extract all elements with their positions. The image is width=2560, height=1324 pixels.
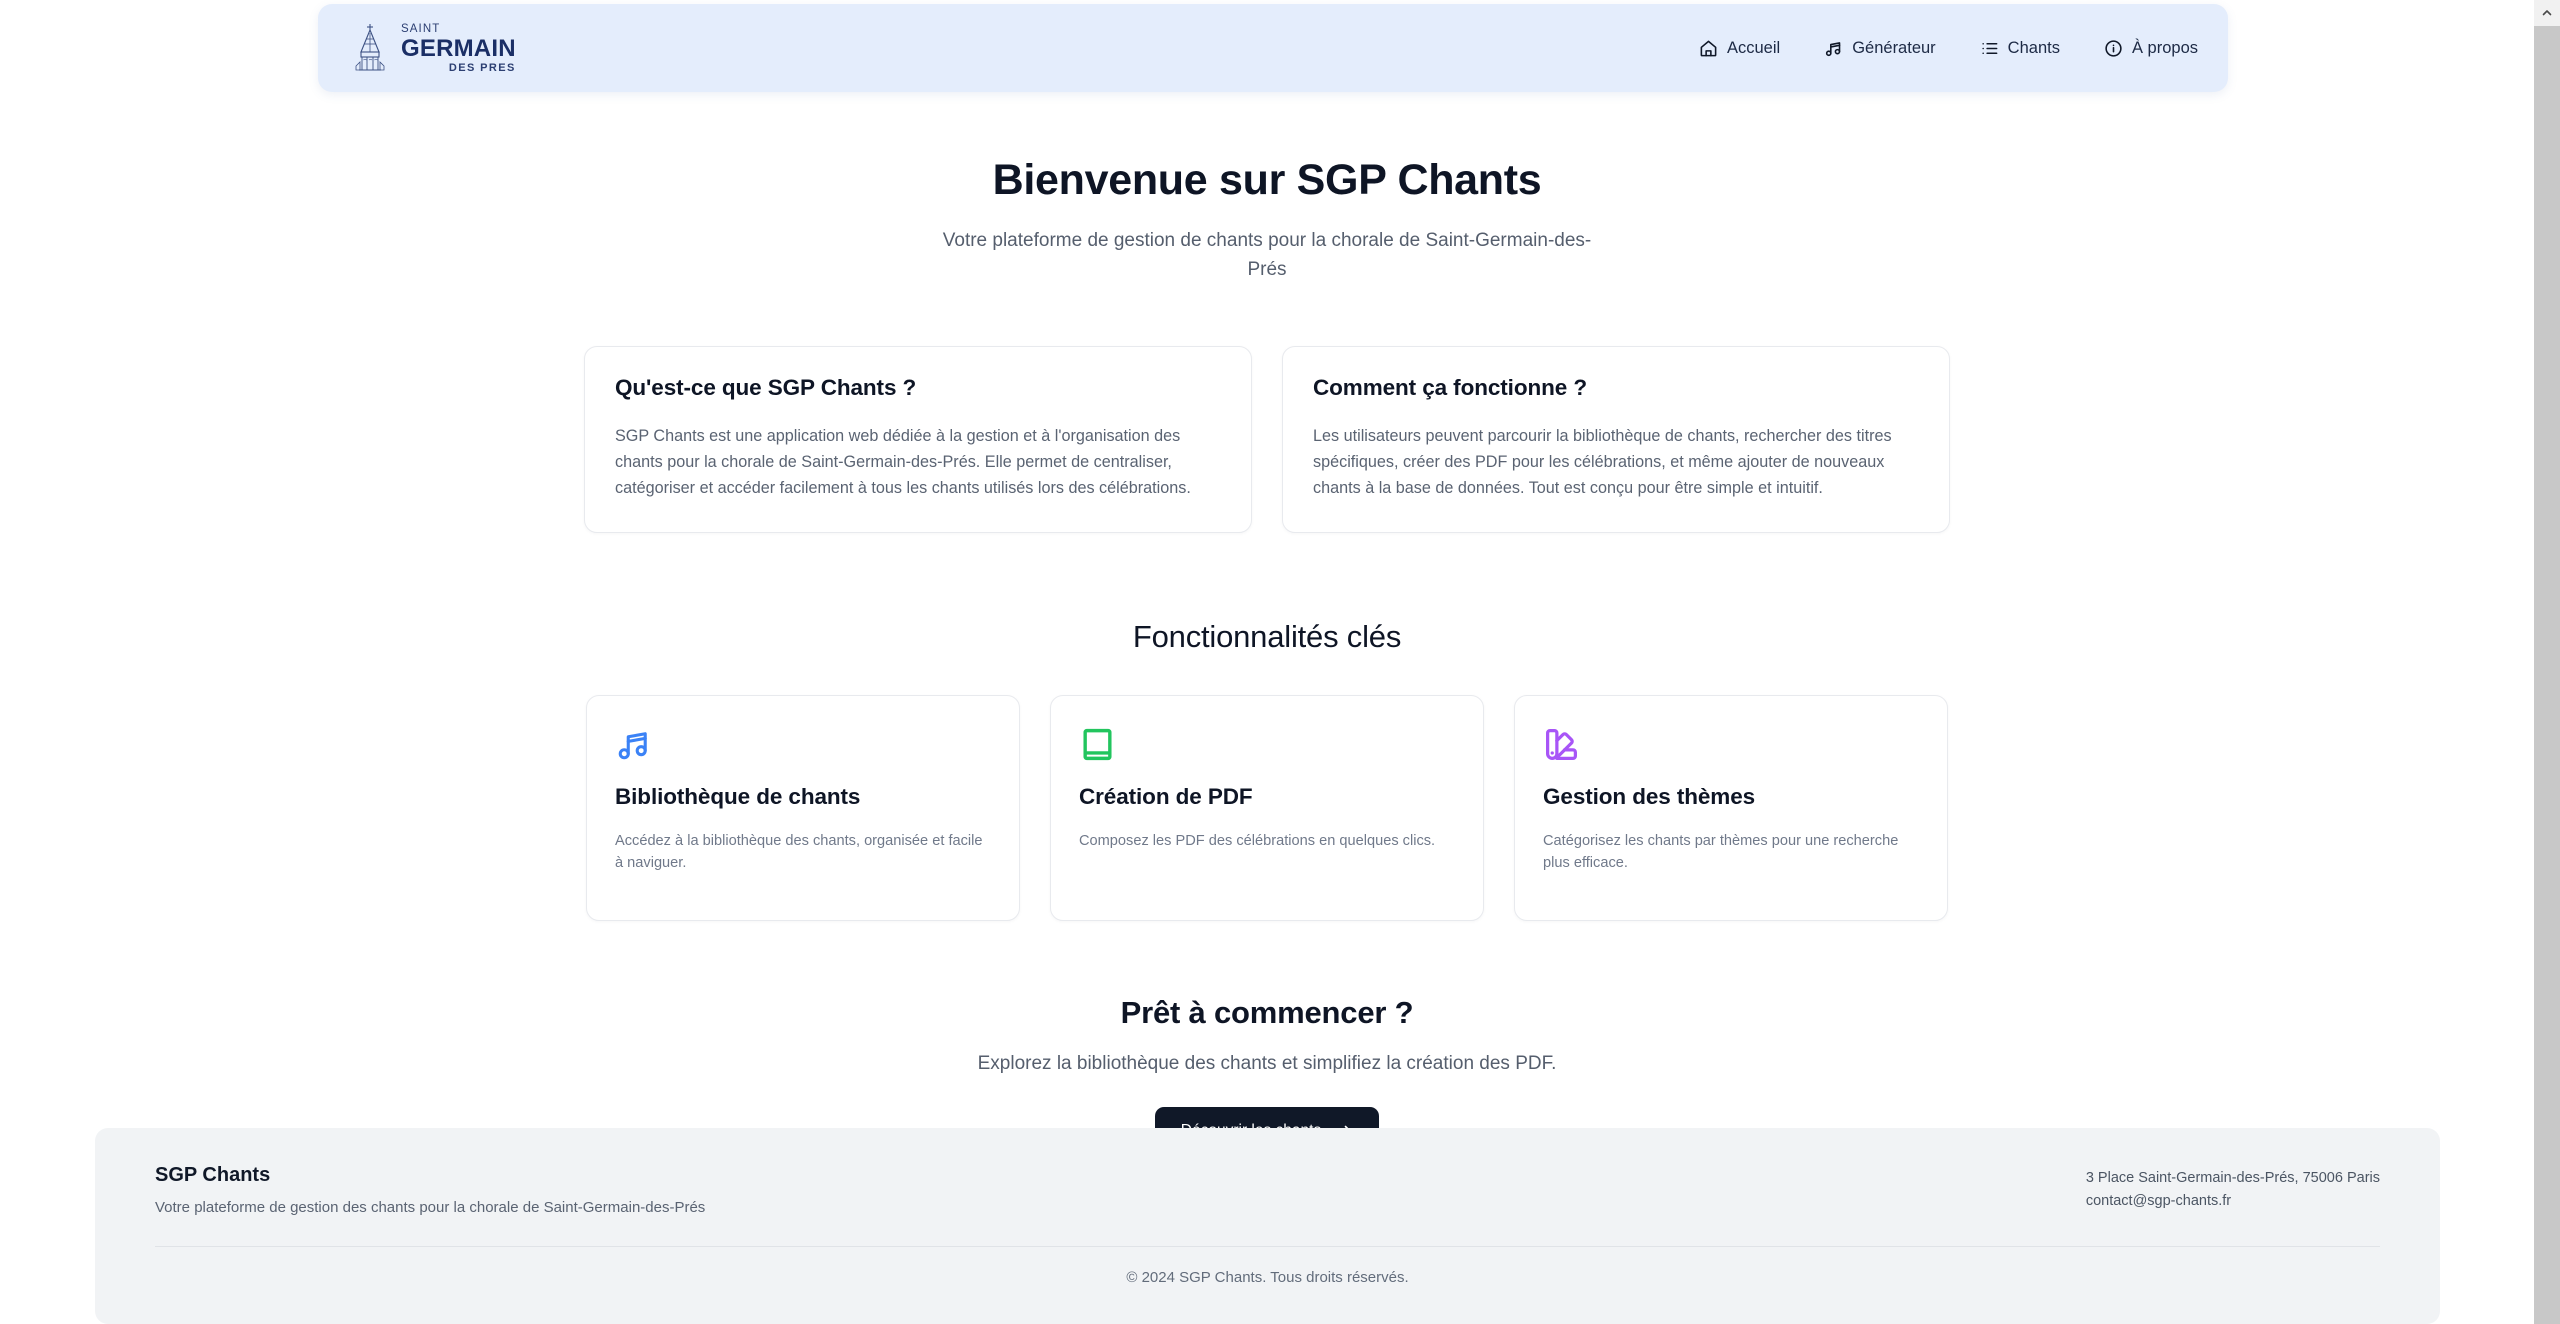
logo-line-des-pres: DES PRES bbox=[448, 61, 516, 74]
logo-wordmark: SAINT GERMAIN DES PRES bbox=[401, 22, 516, 74]
feature-card-bibliotheque[interactable]: Bibliothèque de chants Accédez à la bibl… bbox=[586, 694, 1020, 921]
logo-line-germain: GERMAIN bbox=[401, 34, 516, 62]
nav-label-generateur: Générateur bbox=[1852, 38, 1936, 57]
footer-brand-tagline: Votre plateforme de gestion des chants p… bbox=[155, 1199, 706, 1216]
intro-card-how-it-works: Comment ça fonctionne ? Les utilisateurs… bbox=[1282, 346, 1950, 533]
feature-card-creation-pdf[interactable]: Création de PDF Composez les PDF des cél… bbox=[1050, 694, 1484, 921]
footer-brand-title: SGP Chants bbox=[155, 1164, 271, 1186]
footer-top-row: SGP Chants Votre plateforme de gestion d… bbox=[155, 1164, 2380, 1216]
cta-title: Prêt à commencer ? bbox=[1120, 994, 1414, 1030]
footer-contact: 3 Place Saint-Germain-des-Prés, 75006 Pa… bbox=[2086, 1164, 2380, 1213]
music-notes-icon bbox=[618, 731, 647, 760]
intro-card-title: Qu'est-ce que SGP Chants ? bbox=[615, 375, 917, 400]
nav-label-accueil: Accueil bbox=[1727, 38, 1781, 57]
feature-icon-wrap bbox=[1079, 726, 1455, 770]
page-root: SAINT GERMAIN DES PRES Accueil Générateu… bbox=[0, 0, 2560, 1324]
feature-card-title: Gestion des thèmes bbox=[1543, 783, 1756, 809]
features-row: Bibliothèque de chants Accédez à la bibl… bbox=[0, 694, 2534, 921]
feature-card-gestion-themes[interactable]: Gestion des thèmes Catégorisez les chant… bbox=[1514, 694, 1948, 921]
info-circle-icon bbox=[2105, 39, 2122, 57]
nav-label-a-propos: À propos bbox=[2131, 38, 2198, 57]
hero-subtitle: Votre plateforme de gestion de chants po… bbox=[942, 230, 1592, 280]
nav-label-chants: Chants bbox=[2007, 38, 2060, 57]
page-title: Bienvenue sur SGP Chants bbox=[992, 156, 1542, 204]
footer-address: 3 Place Saint-Germain-des-Prés, 75006 Pa… bbox=[2085, 1170, 2380, 1186]
intro-card-body: SGP Chants est une application web dédié… bbox=[615, 427, 1191, 498]
church-tower-icon bbox=[355, 24, 385, 71]
intro-card-body: Les utilisateurs peuvent parcourir la bi… bbox=[1313, 427, 1892, 498]
feature-card-body: Accédez à la bibliothèque des chants, or… bbox=[615, 832, 983, 872]
footer-email[interactable]: contact@sgp-chants.fr bbox=[2086, 1190, 2380, 1213]
music-notes-icon bbox=[1826, 41, 1841, 56]
intro-card-what-is: Qu'est-ce que SGP Chants ? SGP Chants es… bbox=[584, 346, 1252, 533]
main-content: Bienvenue sur SGP Chants Votre plateform… bbox=[0, 92, 2534, 1155]
footer-brand: SGP Chants Votre plateforme de gestion d… bbox=[155, 1164, 705, 1216]
intro-cards-row: Qu'est-ce que SGP Chants ? SGP Chants es… bbox=[0, 346, 2534, 533]
feature-card-body: Composez les PDF des célébrations en que… bbox=[1079, 832, 1436, 849]
hero-section: Bienvenue sur SGP Chants Votre plateform… bbox=[0, 92, 2534, 284]
chevron-up-icon bbox=[2542, 10, 2552, 16]
site-header: SAINT GERMAIN DES PRES Accueil Générateu… bbox=[318, 4, 2228, 92]
book-icon bbox=[1083, 728, 1112, 760]
nav-item-chants[interactable]: Chants bbox=[1980, 39, 2060, 58]
main-navigation: Accueil Générateur Chants À propos bbox=[1699, 39, 2198, 58]
feature-icon-wrap bbox=[615, 726, 991, 770]
list-icon bbox=[1982, 42, 1998, 54]
feature-card-title: Création de PDF bbox=[1079, 783, 1253, 809]
home-icon bbox=[1700, 40, 1717, 56]
vertical-scrollbar[interactable] bbox=[2534, 0, 2560, 1324]
cta-subtitle: Explorez la bibliothèque des chants et s… bbox=[977, 1052, 1557, 1074]
feature-card-title: Bibliothèque de chants bbox=[615, 783, 861, 809]
site-footer: SGP Chants Votre plateforme de gestion d… bbox=[95, 1128, 2440, 1324]
footer-copyright: © 2024 SGP Chants. Tous droits réservés. bbox=[1126, 1269, 1409, 1286]
scrollbar-up-button[interactable] bbox=[2534, 0, 2560, 26]
site-logo[interactable]: SAINT GERMAIN DES PRES bbox=[350, 20, 516, 76]
nav-item-a-propos[interactable]: À propos bbox=[2104, 39, 2198, 58]
swatch-book-icon bbox=[1546, 728, 1577, 760]
nav-item-generateur[interactable]: Générateur bbox=[1824, 38, 1936, 58]
features-section-title: Fonctionnalités clés bbox=[1132, 618, 1402, 654]
nav-item-accueil[interactable]: Accueil bbox=[1699, 39, 1780, 58]
browser-viewport: SAINT GERMAIN DES PRES Accueil Générateu… bbox=[0, 0, 2534, 1324]
intro-card-title: Comment ça fonctionne ? bbox=[1313, 375, 1587, 400]
feature-card-body: Catégorisez les chants par thèmes pour u… bbox=[1543, 832, 1899, 872]
feature-icon-wrap bbox=[1543, 726, 1919, 770]
footer-divider bbox=[155, 1246, 2380, 1247]
